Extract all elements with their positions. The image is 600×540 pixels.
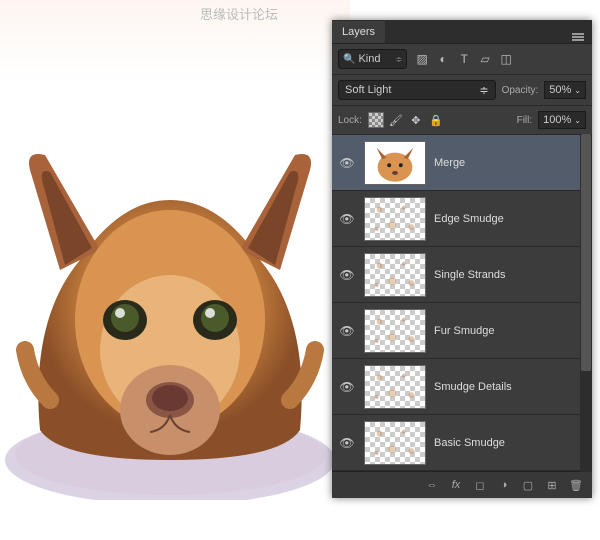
- lock-icons-group: 🖌 ✥ 🔒: [368, 112, 444, 128]
- filter-kind-value: Kind: [358, 53, 392, 65]
- tab-layers[interactable]: Layers: [332, 21, 385, 43]
- link-layers-icon[interactable]: ⇔: [424, 477, 440, 493]
- filter-type-icons: ▨ ◐ T ▱ ◫: [415, 52, 513, 66]
- adjustment-layer-icon[interactable]: ◑: [496, 477, 512, 493]
- lock-all-icon[interactable]: 🔒: [428, 112, 444, 128]
- layer-row[interactable]: 👁 Basic Smudge: [332, 415, 592, 471]
- lock-row: Lock: 🖌 ✥ 🔒 Fill: 100% ⌄: [332, 106, 592, 135]
- blend-mode-select[interactable]: Soft Light ≑: [338, 80, 496, 100]
- lock-label: Lock:: [338, 115, 362, 126]
- dog-painting: [0, 120, 340, 500]
- panel-footer: ⇔ fx ◻ ◑ ▢ ⊞ 🗑: [332, 471, 592, 498]
- layer-thumbnail[interactable]: [364, 365, 426, 409]
- new-layer-icon[interactable]: ⊞: [544, 477, 560, 493]
- fill-value: 100%: [543, 114, 571, 126]
- chevron-down-icon: ≑: [395, 55, 402, 64]
- layers-panel: Layers 🔍 Kind ≑ ▨ ◐ T ▱ ◫ Soft Light ≑ O…: [332, 20, 592, 498]
- visibility-toggle[interactable]: 👁: [338, 436, 356, 450]
- filter-pixel-icon[interactable]: ▨: [415, 52, 429, 66]
- layer-group-icon[interactable]: ▢: [520, 477, 536, 493]
- menu-icon: [572, 33, 584, 35]
- visibility-toggle[interactable]: 👁: [338, 268, 356, 282]
- watermark-text: 思缘设计论坛: [200, 4, 278, 23]
- lock-pixels-icon[interactable]: 🖌: [388, 112, 404, 128]
- layer-row[interactable]: 👁 Smudge Details: [332, 359, 592, 415]
- opacity-value: 50%: [549, 84, 571, 96]
- layer-row[interactable]: 👁 Single Strands: [332, 247, 592, 303]
- layers-list: 👁 Merge 👁 Edge Smudge 👁 Single Strands 👁 Fur Sm…: [332, 135, 592, 471]
- filter-shape-icon[interactable]: ▱: [478, 52, 492, 66]
- chevron-down-icon: ≑: [479, 84, 488, 97]
- lock-position-icon[interactable]: ✥: [408, 112, 424, 128]
- layer-fx-icon[interactable]: fx: [448, 477, 464, 493]
- layer-name: Merge: [434, 157, 465, 169]
- scrollbar-thumb[interactable]: [581, 134, 591, 371]
- layer-thumbnail[interactable]: [364, 309, 426, 353]
- layer-name: Edge Smudge: [434, 213, 504, 225]
- layer-row[interactable]: 👁 Merge: [332, 135, 592, 191]
- layer-thumbnail[interactable]: [364, 421, 426, 465]
- chevron-down-icon: ⌄: [574, 116, 581, 125]
- visibility-toggle[interactable]: 👁: [338, 212, 356, 226]
- search-icon: 🔍: [343, 54, 355, 65]
- chevron-down-icon: ⌄: [574, 86, 581, 95]
- layer-thumbnail[interactable]: [364, 141, 426, 185]
- layer-thumbnail[interactable]: [364, 197, 426, 241]
- filter-smart-icon[interactable]: ◫: [499, 52, 513, 66]
- opacity-label: Opacity:: [502, 85, 539, 96]
- layer-row[interactable]: 👁 Fur Smudge: [332, 303, 592, 359]
- layer-name: Basic Smudge: [434, 437, 505, 449]
- scrollbar[interactable]: [580, 134, 592, 472]
- filter-kind-select[interactable]: 🔍 Kind ≑: [338, 49, 407, 69]
- canvas-area: [0, 0, 350, 540]
- fill-label: Fill:: [517, 115, 533, 126]
- fill-input[interactable]: 100% ⌄: [538, 111, 586, 129]
- filter-row: 🔍 Kind ≑ ▨ ◐ T ▱ ◫: [332, 44, 592, 75]
- visibility-toggle[interactable]: 👁: [338, 324, 356, 338]
- layer-name: Fur Smudge: [434, 325, 495, 337]
- delete-layer-icon[interactable]: 🗑: [568, 477, 584, 493]
- panel-tab-bar: Layers: [332, 20, 592, 44]
- panel-menu-button[interactable]: [564, 26, 592, 38]
- visibility-toggle[interactable]: 👁: [338, 156, 356, 170]
- layer-name: Smudge Details: [434, 381, 512, 393]
- layer-row[interactable]: 👁 Edge Smudge: [332, 191, 592, 247]
- visibility-toggle[interactable]: 👁: [338, 380, 356, 394]
- blend-mode-value: Soft Light: [345, 84, 391, 96]
- opacity-input[interactable]: 50% ⌄: [544, 81, 586, 99]
- layer-thumbnail[interactable]: [364, 253, 426, 297]
- filter-type-icon[interactable]: T: [457, 52, 471, 66]
- layer-name: Single Strands: [434, 269, 506, 281]
- blend-row: Soft Light ≑ Opacity: 50% ⌄: [332, 75, 592, 106]
- lock-transparency-icon[interactable]: [368, 112, 384, 128]
- filter-adjustment-icon[interactable]: ◐: [436, 52, 450, 66]
- layer-mask-icon[interactable]: ◻: [472, 477, 488, 493]
